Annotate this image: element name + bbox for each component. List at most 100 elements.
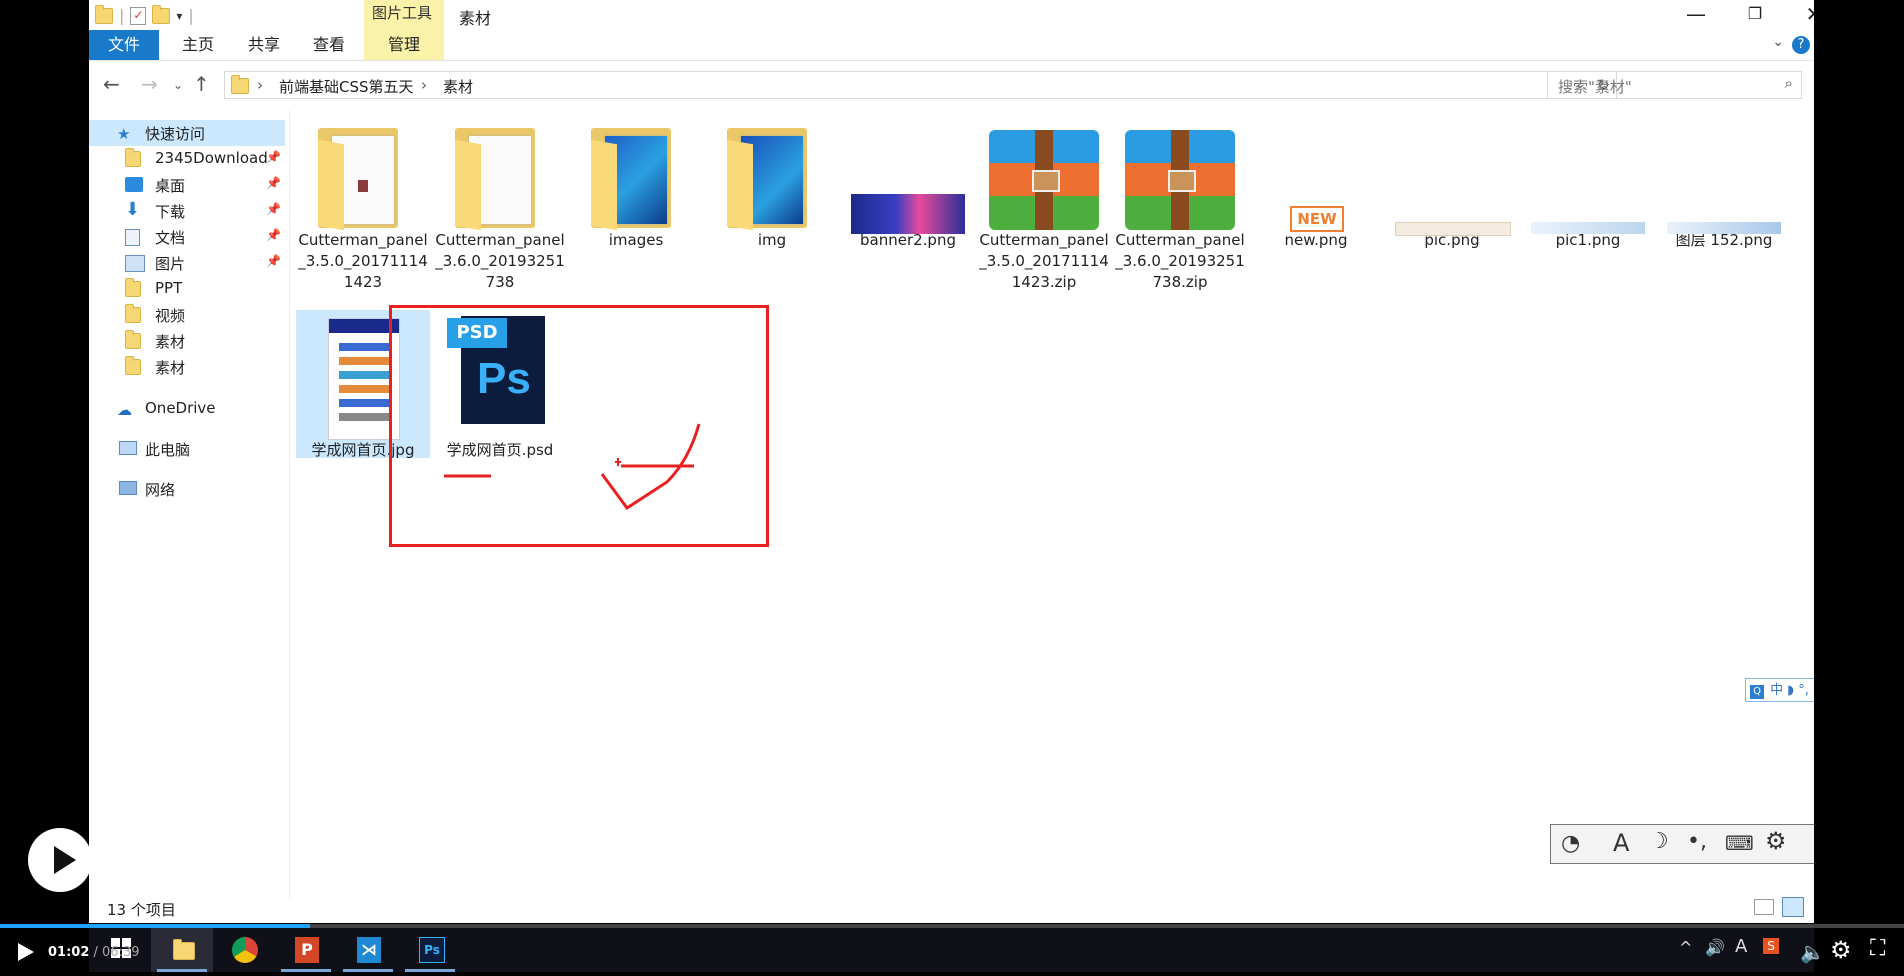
- minimize-button[interactable]: —: [1667, 0, 1725, 30]
- font-icon[interactable]: A: [1613, 829, 1629, 857]
- file-name: Cutterman_panel_3.5.0_201711141423: [298, 231, 428, 291]
- tab-manage[interactable]: 管理: [364, 30, 444, 60]
- sidebar-item-sucai-2[interactable]: 素材: [89, 354, 285, 380]
- file-item-png[interactable]: pic1.png: [1521, 110, 1655, 251]
- taskbar-vscode[interactable]: ⋊: [337, 928, 399, 972]
- pin-icon[interactable]: 📌: [266, 150, 281, 164]
- pin-icon[interactable]: 📌: [266, 202, 281, 216]
- properties-icon[interactable]: ✓: [130, 6, 147, 25]
- sidebar-item-network[interactable]: 网络: [89, 476, 285, 502]
- close-button[interactable]: ✕: [1785, 0, 1814, 30]
- sidebar-item-ppt[interactable]: PPT: [89, 276, 285, 302]
- search-icon[interactable]: ⌕: [1785, 74, 1793, 92]
- pin-icon[interactable]: 📌: [266, 176, 281, 190]
- new-folder-icon[interactable]: [152, 4, 171, 24]
- taskbar-powerpoint[interactable]: P: [275, 928, 337, 972]
- separator: |: [119, 6, 125, 25]
- image-thumbnail: NEW: [1249, 110, 1383, 232]
- volume-icon[interactable]: 🔊: [1705, 938, 1725, 957]
- chevron-right-icon[interactable]: ›: [421, 76, 427, 94]
- large-icons-view-icon[interactable]: [1782, 897, 1804, 917]
- ime-mode-icon[interactable]: A: [1735, 936, 1747, 957]
- file-item-png[interactable]: 图层 152.png: [1657, 110, 1791, 251]
- sidebar-item-2345download[interactable]: 2345Download 📌: [89, 146, 285, 172]
- taskbar: P ⋊ Ps ^ 🔊 A S: [89, 928, 1814, 972]
- image-thumbnail: [1521, 110, 1655, 234]
- powerpoint-icon: P: [295, 937, 319, 963]
- help-icon[interactable]: ?: [1792, 36, 1810, 54]
- taskbar-chrome[interactable]: [213, 928, 275, 972]
- play-overlay-button[interactable]: [28, 828, 92, 892]
- back-arrow-icon[interactable]: ←: [103, 72, 120, 96]
- file-item-png[interactable]: NEW new.png: [1249, 110, 1383, 251]
- file-item-zip[interactable]: Cutterman_panel_3.5.0_201711141423.zip: [977, 110, 1111, 293]
- address-bar[interactable]: › 前端基础CSS第五天 › 素材 ⌄ ↻: [224, 71, 1617, 99]
- breadcrumb-item[interactable]: 前端基础CSS第五天: [279, 76, 414, 97]
- breadcrumb-item[interactable]: 素材: [443, 76, 473, 97]
- player-settings-icon[interactable]: ⚙: [1830, 936, 1852, 964]
- expand-ribbon-icon[interactable]: ⌄: [1772, 34, 1784, 50]
- file-item-png[interactable]: banner2.png: [841, 110, 975, 251]
- file-name: Cutterman_panel_3.6.0_20193251738: [435, 231, 565, 291]
- file-item-folder[interactable]: Cutterman_panel_3.5.0_201711141423: [296, 110, 430, 293]
- restore-button[interactable]: ❐: [1726, 0, 1784, 30]
- details-view-icon[interactable]: [1754, 899, 1774, 915]
- sidebar-item-desktop[interactable]: 桌面 📌: [89, 172, 285, 198]
- folder-icon: [125, 148, 141, 167]
- file-item-folder[interactable]: images: [569, 110, 703, 251]
- pin-icon[interactable]: 📌: [266, 228, 281, 242]
- ime-toolbar[interactable]: Q 中 ◗ °, ▦ ⁂ ✎: [1745, 678, 1814, 702]
- sidebar-item-pictures[interactable]: 图片 📌: [89, 250, 285, 276]
- separator: |: [188, 6, 194, 25]
- customize-dropdown-icon[interactable]: ▾: [176, 9, 182, 23]
- tab-file[interactable]: 文件: [89, 30, 159, 60]
- tab-view[interactable]: 查看: [299, 30, 359, 60]
- tab-home[interactable]: 主页: [168, 30, 228, 60]
- image-thumbnail: [841, 110, 975, 234]
- contextual-tab-label: 图片工具: [372, 4, 433, 22]
- navigation-pane: ★ 快速访问 2345Download 📌 桌面 📌 ⬇ 下载 📌 文档 📌 图…: [89, 110, 290, 900]
- sidebar-item-documents[interactable]: 文档 📌: [89, 224, 285, 250]
- taskbar-explorer[interactable]: [151, 928, 213, 972]
- vscode-icon: ⋊: [357, 937, 381, 963]
- chevron-right-icon[interactable]: ›: [257, 76, 263, 94]
- file-name: new.png: [1284, 231, 1348, 249]
- sogou-icon[interactable]: S: [1763, 938, 1779, 954]
- file-name: img: [757, 231, 787, 249]
- sidebar-item-sucai[interactable]: 素材: [89, 328, 285, 354]
- punctuation-icon[interactable]: •,: [1687, 829, 1707, 854]
- folder-icon: [231, 75, 249, 94]
- clock-icon[interactable]: ◔: [1561, 831, 1580, 856]
- tab-share[interactable]: 共享: [234, 30, 294, 60]
- sidebar-item-downloads[interactable]: ⬇ 下载 📌: [89, 198, 285, 224]
- folder-icon[interactable]: [95, 4, 113, 24]
- forward-arrow-icon[interactable]: →: [141, 72, 158, 96]
- file-item-zip[interactable]: Cutterman_panel_3.6.0_20193251738.zip: [1113, 110, 1247, 293]
- file-item-folder[interactable]: Cutterman_panel_3.6.0_20193251738: [433, 110, 567, 293]
- recent-dropdown-icon[interactable]: ⌄: [173, 78, 183, 92]
- sidebar-item-onedrive[interactable]: ☁ OneDrive: [89, 396, 285, 422]
- sidebar-item-video[interactable]: 视频: [89, 302, 285, 328]
- fullscreen-icon[interactable]: ⛶: [1870, 936, 1885, 961]
- volume-control-icon[interactable]: 🔈: [1800, 940, 1825, 964]
- search-input[interactable]: 搜索"素材" ⌕: [1547, 71, 1802, 99]
- folder-icon: [125, 304, 141, 323]
- folder-thumbnail: [296, 110, 430, 231]
- sidebar-item-this-pc[interactable]: 此电脑: [89, 436, 285, 462]
- file-name: Cutterman_panel_3.6.0_20193251738.zip: [1115, 231, 1245, 291]
- moon-icon[interactable]: ☽: [1649, 829, 1669, 854]
- file-name: Cutterman_panel_3.5.0_201711141423.zip: [979, 231, 1109, 291]
- sidebar-item-quick-access[interactable]: ★ 快速访问: [89, 120, 285, 146]
- desktop-icon: [125, 177, 143, 192]
- file-item-png[interactable]: pic.png: [1385, 110, 1519, 251]
- ime-panel[interactable]: ◔ A ☽ •, ⌨ ⚙: [1550, 824, 1814, 864]
- settings-gear-icon[interactable]: ⚙: [1765, 827, 1787, 855]
- taskbar-photoshop[interactable]: Ps: [399, 928, 461, 972]
- search-placeholder: 搜索"素材": [1558, 78, 1632, 96]
- pin-icon[interactable]: 📌: [266, 254, 281, 268]
- tray-up-icon[interactable]: ^: [1679, 938, 1692, 957]
- keyboard-icon[interactable]: ⌨: [1725, 831, 1754, 855]
- file-item-folder[interactable]: img: [705, 110, 839, 251]
- up-arrow-icon[interactable]: ↑: [193, 72, 210, 96]
- play-icon[interactable]: [14, 940, 38, 964]
